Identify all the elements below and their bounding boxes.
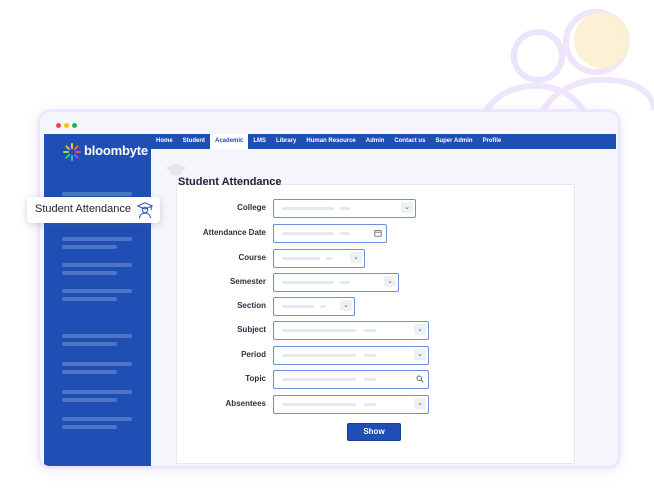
calendar-icon[interactable] [372, 227, 384, 238]
placeholder-line [282, 354, 356, 357]
placeholder-line [282, 207, 334, 210]
graduate-icon [136, 202, 154, 219]
placeholder-line [282, 257, 320, 260]
student-attendance-chip[interactable]: Student Attendance [27, 197, 160, 223]
chevron-down-icon[interactable]: ⌄ [414, 398, 426, 409]
absentees-row: Absentees ⌄ [177, 395, 574, 414]
close-window-dot[interactable] [56, 123, 61, 128]
placeholder-line [340, 232, 350, 235]
placeholder-line [326, 257, 332, 260]
sidebar-placeholder-line[interactable] [62, 342, 117, 346]
subject-row: Subject ⌄ [177, 321, 574, 340]
course-select[interactable]: ⌄ [273, 249, 365, 268]
sidebar-placeholder-line[interactable] [62, 263, 132, 267]
placeholder-line [364, 403, 376, 406]
minimize-window-dot[interactable] [64, 123, 69, 128]
title-bar [40, 112, 618, 134]
top-nav: Home Student Academic LMS Library Human … [151, 134, 616, 149]
decorative-people-icon [477, 9, 654, 130]
bloombyte-logo-icon [63, 143, 81, 161]
nav-lms[interactable]: LMS [248, 134, 271, 149]
maximize-window-dot[interactable] [72, 123, 77, 128]
page-title: Student Attendance [178, 176, 282, 188]
course-row: Course ⌄ [177, 249, 574, 268]
show-button[interactable]: Show [347, 423, 401, 441]
topic-label: Topic [245, 374, 266, 383]
sidebar-placeholder-line[interactable] [62, 297, 117, 301]
chevron-down-icon[interactable]: ⌄ [414, 324, 426, 335]
period-label: Period [241, 350, 266, 359]
semester-select[interactable]: ⌄ [273, 273, 399, 292]
placeholder-line [364, 354, 376, 357]
placeholder-line [282, 281, 334, 284]
period-row: Period ⌄ [177, 346, 574, 365]
sidebar-placeholder-line[interactable] [62, 370, 117, 374]
sidebar-placeholder-line[interactable] [62, 362, 132, 366]
placeholder-line [340, 281, 350, 284]
search-icon[interactable] [414, 373, 426, 384]
placeholder-line [282, 329, 356, 332]
sidebar-placeholder-line[interactable] [62, 271, 117, 275]
sidebar-placeholder-line[interactable] [62, 398, 117, 402]
sidebar-placeholder-line[interactable] [62, 237, 132, 241]
college-row: College ⌄ [177, 199, 574, 218]
course-label: Course [238, 253, 266, 262]
chip-label: Student Attendance [35, 203, 132, 215]
nav-academic[interactable]: Academic [210, 134, 249, 149]
placeholder-line [282, 403, 356, 406]
nav-library[interactable]: Library [271, 134, 301, 149]
section-select[interactable]: ⌄ [273, 297, 355, 316]
chevron-down-icon[interactable]: ⌄ [384, 276, 396, 287]
absentees-select[interactable]: ⌄ [273, 395, 429, 414]
sidebar-placeholder-line[interactable] [62, 390, 132, 394]
semester-row: Semester ⌄ [177, 273, 574, 292]
nav-admin[interactable]: Admin [361, 134, 390, 149]
sidebar: bloombyte [44, 134, 151, 466]
nav-student[interactable]: Student [178, 134, 210, 149]
nav-human-resource[interactable]: Human Resource [301, 134, 360, 149]
sidebar-placeholder-line[interactable] [62, 289, 132, 293]
chevron-down-icon[interactable]: ⌄ [401, 202, 413, 213]
semester-label: Semester [229, 277, 266, 286]
placeholder-line [364, 329, 376, 332]
placeholder-line [340, 207, 350, 210]
subject-label: Subject [237, 325, 266, 334]
placeholder-line [282, 232, 334, 235]
sidebar-placeholder-line[interactable] [62, 425, 117, 429]
nav-contact-us[interactable]: Contact us [389, 134, 430, 149]
sidebar-placeholder-line[interactable] [62, 245, 117, 249]
attendance-date-row: Attendance Date [177, 224, 574, 243]
placeholder-line [364, 378, 376, 381]
nav-profile[interactable]: Profile [478, 134, 507, 149]
section-row: Section ⌄ [177, 297, 574, 316]
absentees-label: Absentees [225, 399, 266, 408]
nav-home[interactable]: Home [151, 134, 178, 149]
period-select[interactable]: ⌄ [273, 346, 429, 365]
sidebar-placeholder-line[interactable] [62, 417, 132, 421]
placeholder-line [282, 378, 356, 381]
attendance-date-label: Attendance Date [202, 228, 266, 237]
sidebar-placeholder-line[interactable] [62, 192, 132, 196]
subject-select[interactable]: ⌄ [273, 321, 429, 340]
chevron-down-icon[interactable]: ⌄ [340, 300, 352, 311]
section-label: Section [237, 301, 266, 310]
sidebar-placeholder-line[interactable] [62, 334, 132, 338]
college-select[interactable]: ⌄ [273, 199, 416, 218]
browser-window: bloombyte Home Student Academic LMS Libr… [40, 112, 618, 466]
college-label: College [237, 203, 266, 212]
attendance-date-input[interactable] [273, 224, 387, 243]
topic-search-input[interactable] [273, 370, 429, 389]
logo-text: bloombyte [84, 143, 148, 158]
chevron-down-icon[interactable]: ⌄ [414, 349, 426, 360]
chevron-down-icon[interactable]: ⌄ [350, 252, 362, 263]
nav-super-admin[interactable]: Super Admin [430, 134, 477, 149]
topic-row: Topic [177, 370, 574, 389]
placeholder-line [282, 305, 314, 308]
attendance-form-panel: Student Attendance College ⌄ Attendance … [176, 176, 575, 464]
placeholder-line [320, 305, 326, 308]
